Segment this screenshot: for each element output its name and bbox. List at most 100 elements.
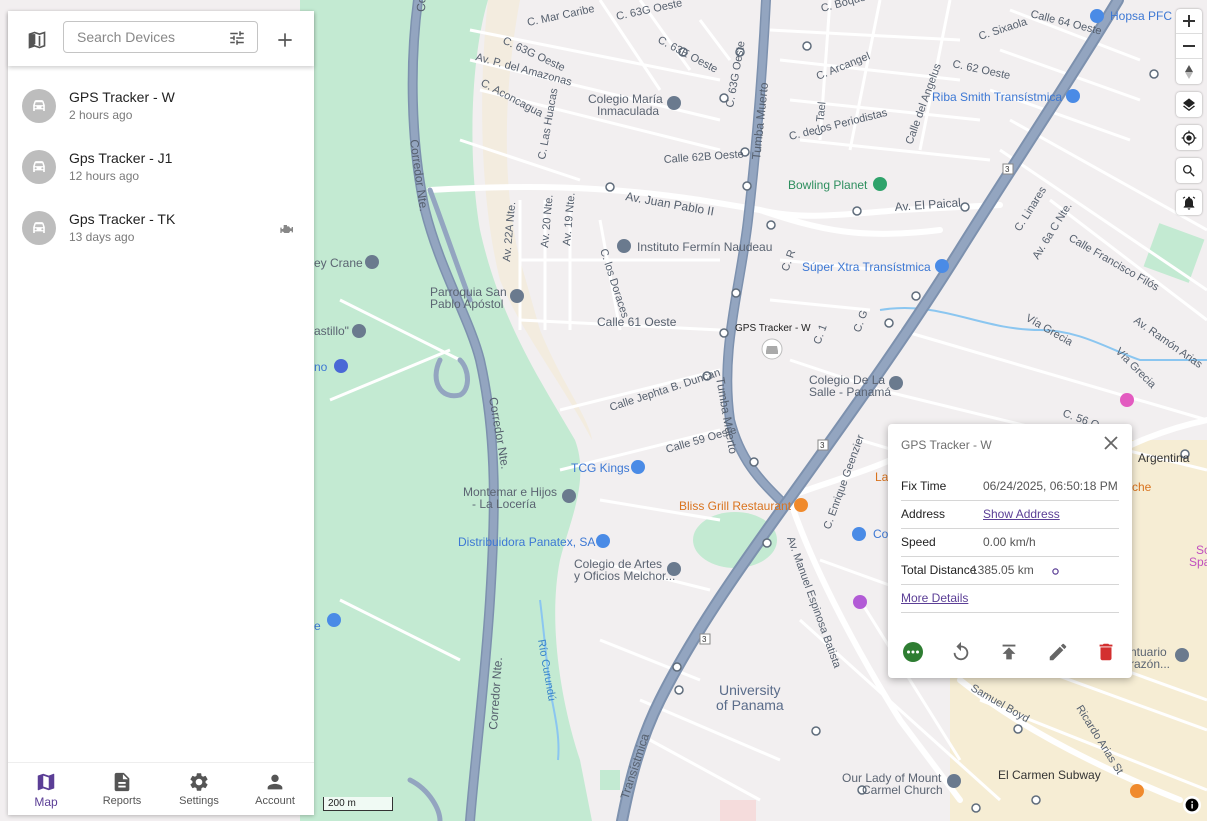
park-area [600,770,620,790]
svg-text:astillo": astillo" [314,324,349,338]
publish-icon [1002,644,1016,660]
address-label: Address [901,507,946,521]
nav-settings[interactable]: Settings [161,763,237,815]
locate-control [1176,125,1202,150]
tune-icon[interactable] [227,28,247,48]
avatar [22,211,56,245]
device-list-item[interactable]: Gps Tracker - J1 12 hours ago [8,139,314,200]
search-icon [1183,164,1195,177]
sidebar-toolbar [8,11,314,66]
svg-text:y Oficios Melchor...: y Oficios Melchor... [574,569,675,583]
zoom-out-button[interactable] [1176,34,1202,59]
more-actions-button[interactable] [902,641,924,663]
svg-text:- La Locería: - La Locería [472,497,536,511]
plus-icon [1183,15,1195,27]
locate-button[interactable] [1176,125,1202,150]
more-horiz-icon [903,642,923,662]
device-list-item[interactable]: GPS Tracker - W 2 hours ago [8,78,314,139]
nav-label: Map [34,795,58,809]
svg-text:Carmel Church: Carmel Church [862,783,943,797]
distance-value: 1385.05 km [971,563,1034,577]
nav-account[interactable]: Account [237,763,313,815]
hospital-area [720,800,756,821]
nav-label: Account [255,795,295,807]
gear-icon [190,773,208,791]
show-address-link[interactable]: Show Address [983,507,1060,521]
layers-button[interactable] [1176,92,1202,117]
edit-distance-icon[interactable] [1052,568,1059,575]
svg-text:Co: Co [873,527,889,541]
svg-text:TCG Kings: TCG Kings [571,461,630,475]
device-name: Gps Tracker - TK [69,211,176,227]
send-command-button[interactable] [998,641,1020,663]
info-icon[interactable] [1183,796,1201,814]
search-box [63,21,258,53]
device-marker-label: GPS Tracker - W [735,323,811,334]
fix-time-label: Fix Time [901,479,947,493]
svg-text:Bliss Grill Restaurant: Bliss Grill Restaurant [679,499,792,513]
popup-row-fix-time: Fix Time 06/24/2025, 06:50:18 PM [901,472,1119,501]
map-scale: 200 m [323,797,393,811]
device-last-update: 12 hours ago [69,169,140,183]
svg-text:3: 3 [1005,165,1010,174]
speed-value: 0.00 km/h [983,535,1036,549]
engine-icon [280,225,293,233]
svg-text:of Panama: of Panama [716,697,784,713]
close-icon[interactable] [1104,436,1120,452]
map-icon [37,773,55,791]
zoom-in-button[interactable] [1176,9,1202,34]
car-icon [33,161,45,172]
svg-text:Hopsa PFC: Hopsa PFC [1110,9,1172,23]
edit-device-button[interactable] [1047,641,1069,663]
popup-row-distance: Total Distance 1385.05 km [901,556,1119,585]
avatar [22,150,56,184]
nav-map[interactable]: Map [8,763,84,815]
device-list-item[interactable]: Gps Tracker - TK 13 days ago [8,200,314,261]
pencil-icon [1049,643,1067,661]
map-search-button[interactable] [1176,158,1202,183]
compass-button[interactable] [1176,59,1202,84]
svg-text:Spa: Spa [1189,555,1207,569]
device-popup: GPS Tracker - W Fix Time 06/24/2025, 06:… [888,424,1132,678]
svg-text:Argentina: Argentina [1138,451,1190,465]
popup-title: GPS Tracker - W [901,438,992,452]
trash-icon [1099,643,1113,661]
svg-text:Súper Xtra Transístmica: Súper Xtra Transístmica [802,260,931,274]
nav-reports[interactable]: Reports [84,763,160,815]
replay-icon [953,641,969,661]
svg-text:Instituto Fermín Naudeau: Instituto Fermín Naudeau [637,240,772,254]
replay-button[interactable] [950,641,972,663]
device-name: Gps Tracker - J1 [69,150,173,166]
fix-time-value: 06/24/2025, 06:50:18 PM [983,479,1118,493]
map-icon[interactable] [22,25,52,55]
layers-control [1176,92,1202,117]
popup-row-more: More Details [901,584,1119,613]
device-last-update: 13 days ago [69,230,135,244]
nav-label: Reports [102,795,142,807]
alarm-button[interactable] [1176,190,1202,215]
popup-row-address: Address Show Address [901,500,1119,529]
car-icon [33,100,45,111]
delete-device-button[interactable] [1095,641,1117,663]
compass-icon [1185,64,1193,79]
report-icon [114,772,130,792]
alarm-icon [1182,196,1196,210]
zoom-control [1176,9,1202,84]
svg-text:Corredor Nte.: Corredor Nte. [414,0,431,12]
svg-text:3: 3 [820,441,825,450]
search-control [1176,158,1202,183]
plus-icon[interactable] [270,25,300,55]
svg-text:El Carmen Subway: El Carmen Subway [998,768,1101,782]
speed-label: Speed [901,535,936,549]
svg-text:Inmaculada: Inmaculada [597,104,659,118]
svg-text:Calle 61 Oeste: Calle 61 Oeste [597,315,677,329]
minus-icon [1183,45,1195,47]
distance-label: Total Distance [901,563,977,577]
more-details-link[interactable]: More Details [901,591,968,605]
svg-text:ey Crane: ey Crane [314,256,363,270]
search-input[interactable] [75,28,219,46]
svg-text:no: no [314,360,328,374]
nav-label: Settings [179,795,219,807]
layers-icon [1183,97,1195,111]
my-location-icon [1181,130,1197,145]
